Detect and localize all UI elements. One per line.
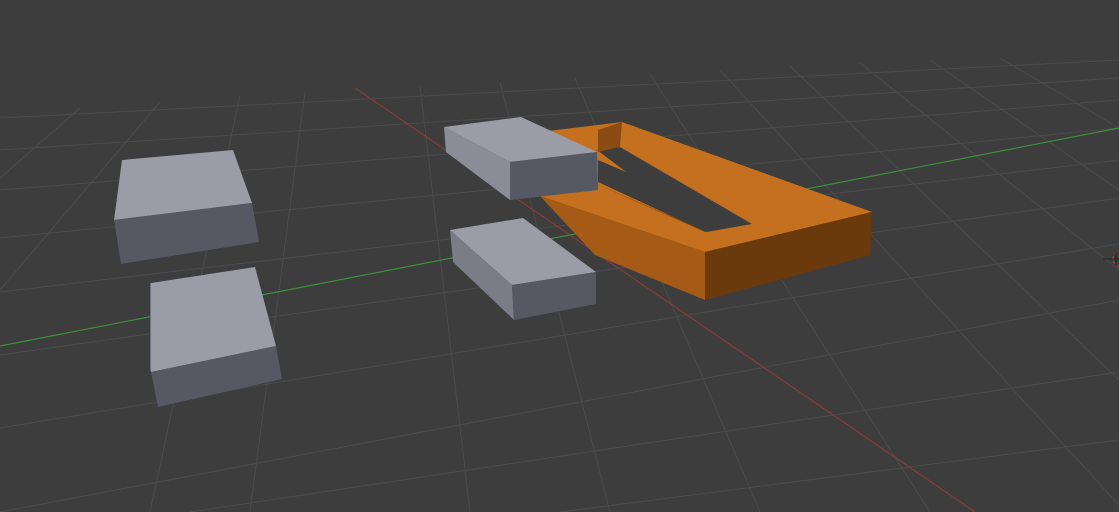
cube-2[interactable]	[150, 267, 282, 407]
3d-viewport[interactable]	[0, 0, 1119, 512]
cube-1[interactable]	[114, 150, 259, 264]
viewport-canvas[interactable]	[0, 0, 1119, 512]
cube-4[interactable]	[450, 218, 596, 320]
3d-cursor-icon[interactable]	[1103, 250, 1119, 268]
